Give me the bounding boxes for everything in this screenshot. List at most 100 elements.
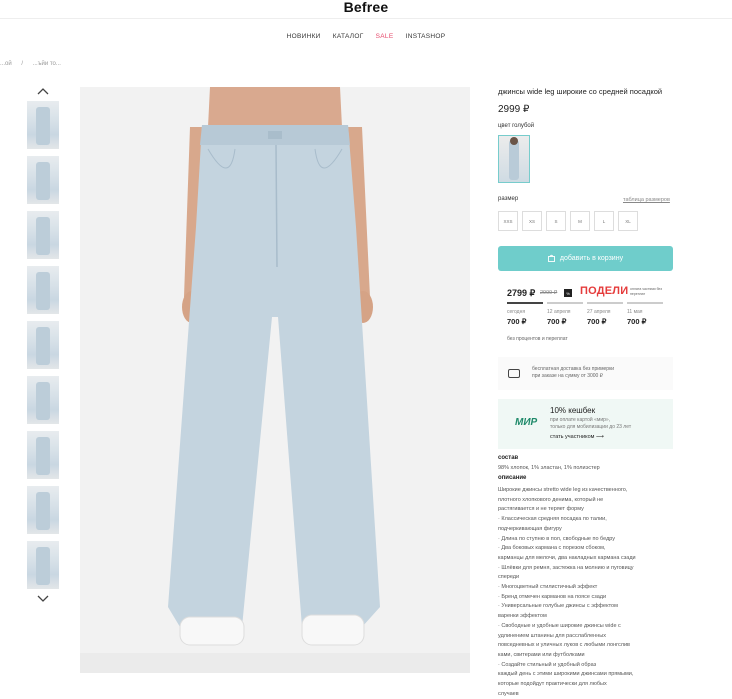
size-option[interactable]: XS <box>522 211 542 231</box>
nav-item-sale[interactable]: SALE <box>376 33 394 40</box>
thumbnail-list <box>27 101 59 596</box>
podeli-schedule: сегодня 700 ₽ 12 апреля 700 ₽ 27 апреля … <box>507 309 667 326</box>
thumbnail-image[interactable] <box>27 156 59 204</box>
thumbnail-image[interactable] <box>27 211 59 259</box>
thumbnail-image[interactable] <box>27 376 59 424</box>
payment-amount: 700 ₽ <box>587 317 607 326</box>
brand-logo[interactable]: Befree <box>0 0 732 15</box>
thumbnail-image[interactable] <box>27 101 59 149</box>
description-line: · Многоцветный стилистичный эффект <box>498 584 598 591</box>
thumbnail-image[interactable] <box>27 266 59 314</box>
size-option[interactable]: XL <box>618 211 638 231</box>
podeli-progress-segment <box>507 302 543 304</box>
podeli-price: 2799 ₽ <box>507 288 536 298</box>
color-swatch[interactable] <box>498 135 530 183</box>
payment-amount: 700 ₽ <box>507 317 527 326</box>
delivery-info: бесплатная доставка без примерки при зак… <box>498 357 673 390</box>
delivery-line: при заказе на сумму от 3000 ₽ <box>532 373 603 379</box>
add-to-cart-button[interactable]: добавить в корзину <box>498 246 673 271</box>
description-line: · Два боковых кармана с порезом сбоком, <box>498 545 606 552</box>
payment-date: 12 апреля <box>547 309 571 315</box>
mir-logo: МИР <box>515 417 538 428</box>
size-guide-link[interactable]: таблица размеров <box>623 197 670 203</box>
podeli-fee-note: без процентов и переплат <box>507 336 568 342</box>
description-line: варенки эффектом <box>498 613 547 620</box>
description-line: плотного хлопкового денима, который не <box>498 496 604 503</box>
thumbs-up-arrow-icon[interactable] <box>36 86 50 98</box>
podeli-progress-segment <box>547 302 583 304</box>
mir-title: 10% кешбек <box>550 406 596 415</box>
thumbnail-image[interactable] <box>27 486 59 534</box>
main-nav: НОВИНКИ КАТАЛОГ SALE INSTASHOP <box>0 33 732 40</box>
podeli-old-price: 2999 ₽ <box>540 290 558 296</box>
breadcrumb-item[interactable]: ...ъйи то... <box>33 61 61 67</box>
add-to-cart-label: добавить в корзину <box>559 255 624 262</box>
delivery-icon <box>508 369 520 378</box>
description-line: подчеркивающая фигуру <box>498 525 562 532</box>
composition-title: состав <box>498 455 519 461</box>
composition-text: 98% хлопок, 1% эластан, 1% полиэстер <box>498 465 600 471</box>
mir-text: при оплате картой «мир», только для моби… <box>550 417 631 431</box>
payment-amount: 700 ₽ <box>627 317 647 326</box>
mir-text-line: только для мобилизации до 23 лет <box>550 424 632 430</box>
description-line: ками, свитерами или футболками <box>498 651 585 658</box>
nav-item-catalog[interactable]: КАТАЛОГ <box>333 33 364 40</box>
thumbnail-image[interactable] <box>27 431 59 479</box>
size-selector: XXS XS S M L XL <box>498 211 638 231</box>
description-line: случаев <box>498 690 519 697</box>
header-divider <box>0 18 732 19</box>
color-label: цвет голубой <box>498 123 535 129</box>
mir-text-line: при оплате картой «мир», <box>550 417 611 423</box>
size-option[interactable]: L <box>594 211 614 231</box>
description-line: · Универсальные голубые джинсы с эффекто… <box>498 603 618 610</box>
thumbnail-image[interactable] <box>27 321 59 369</box>
description-line: удлинением штанины для расслабленных <box>498 632 606 639</box>
description-line: повседневных и уличных луков с любыми ло… <box>498 642 630 649</box>
description-line: каждый день с этими широкими джинсами пр… <box>498 671 634 678</box>
mir-cashback-banner[interactable]: МИР 10% кешбек при оплате картой «мир», … <box>498 399 673 449</box>
description-line: · Длина по ступню в пол, свободные по бе… <box>498 535 616 542</box>
payment-date: 27 апреля <box>587 309 611 315</box>
thumbnail-image[interactable] <box>27 541 59 589</box>
description-line: растягивается и не теряет форму <box>498 506 584 513</box>
payment-date: сегодня <box>507 309 526 315</box>
podeli-payment: сегодня 700 ₽ <box>507 309 547 326</box>
payment-amount: 700 ₽ <box>547 317 567 326</box>
description-line: · Классическая средняя посадка по талии, <box>498 516 607 523</box>
description-title: описание <box>498 475 527 481</box>
podeli-note: оплата частями без переплат <box>630 287 663 296</box>
payment-date: 11 мая <box>627 309 643 315</box>
size-option[interactable]: M <box>570 211 590 231</box>
size-label: размер <box>498 196 519 202</box>
podeli-payment: 27 апреля 700 ₽ <box>587 309 627 326</box>
description-line: · Бренд отмечен карманов на поясе сзади <box>498 593 607 600</box>
breadcrumb-separator: / <box>21 61 24 67</box>
description-line: которые подойдут практически для любых <box>498 681 607 688</box>
thumbs-down-arrow-icon[interactable] <box>36 594 50 606</box>
mir-join-link[interactable]: стать участником ⟶ <box>550 434 604 440</box>
podeli-installments[interactable]: 2799 ₽ 2999 ₽ % ПОДЕЛИ оплата частями бе… <box>498 281 673 348</box>
breadcrumb: ...ой / ...ъйи то... <box>0 61 61 67</box>
podeli-payment: 11 мая 700 ₽ <box>627 309 667 326</box>
product-main-image[interactable] <box>80 87 470 673</box>
breadcrumb-item[interactable]: ...ой <box>0 61 12 67</box>
description-line: Широкие джинсы stretto wide leg из качес… <box>498 487 628 493</box>
podeli-logo: ПОДЕЛИ <box>580 285 629 297</box>
size-option[interactable]: S <box>546 211 566 231</box>
product-title: джинсы wide leg широкие со средней посад… <box>498 87 663 96</box>
podeli-payment: 12 апреля 700 ₽ <box>547 309 587 326</box>
podeli-badge-icon: % <box>564 289 572 297</box>
description-line: спереди <box>498 574 520 581</box>
podeli-progress-segment <box>587 302 623 304</box>
description-text: Широкие джинсы stretto wide leg из качес… <box>498 486 668 699</box>
description-line: · Создайте стильный и удобный образ <box>498 661 597 668</box>
description-line: · Свободные и удобные широкие джинсы wid… <box>498 622 621 629</box>
delivery-line: бесплатная доставка без примерки <box>532 366 615 372</box>
podeli-progress <box>507 302 663 304</box>
description-line: · Шлёвки для ремня, застежка на молнию и… <box>498 564 634 571</box>
delivery-text: бесплатная доставка без примерки при зак… <box>532 366 614 380</box>
nav-item-new[interactable]: НОВИНКИ <box>287 33 321 40</box>
size-option[interactable]: XXS <box>498 211 518 231</box>
podeli-progress-segment <box>627 302 663 304</box>
nav-item-instashop[interactable]: INSTASHOP <box>406 33 446 40</box>
